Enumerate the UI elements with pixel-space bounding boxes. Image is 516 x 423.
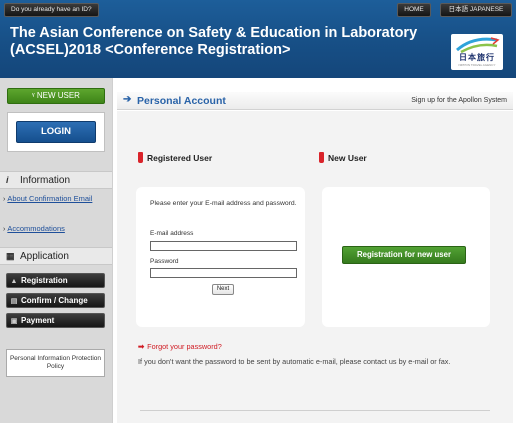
privacy-policy-button[interactable]: Personal Information Protection Policy bbox=[6, 349, 105, 377]
registered-marker-icon bbox=[138, 152, 143, 163]
sidebar-item-label: Accommodations bbox=[7, 224, 65, 233]
payment-icon: ▣ bbox=[10, 318, 18, 325]
new-user-button[interactable]: ᵞ NEW USER bbox=[7, 88, 105, 104]
information-heading-label: Information bbox=[20, 175, 71, 186]
forgot-password-link[interactable]: ➡ Forgot your password? bbox=[138, 342, 222, 351]
chevron-right-icon: › bbox=[3, 226, 6, 233]
login-panel: LOGIN bbox=[7, 112, 105, 152]
section-header: ➔ Personal Account Sign up for the Apoll… bbox=[117, 92, 513, 110]
chevron-right-icon: › bbox=[3, 196, 6, 203]
login-instruction: Please enter your E-mail address and pas… bbox=[150, 200, 297, 207]
logo-subtext: NIPPON TRAVEL AGENCY bbox=[458, 63, 496, 67]
new-user-label: New User bbox=[328, 153, 367, 163]
top-bar: Do you already have an ID? HOME 日本語 JAPA… bbox=[0, 0, 516, 20]
registration-icon: ▲ bbox=[10, 278, 18, 285]
new-user-marker-icon bbox=[319, 152, 324, 163]
password-field[interactable] bbox=[150, 268, 297, 278]
nippon-travel-logo: 日本旅行 NIPPON TRAVEL AGENCY bbox=[451, 34, 503, 70]
registered-user-label: Registered User bbox=[147, 153, 213, 163]
application-heading: ▦ Application bbox=[0, 247, 112, 265]
application-heading-label: Application bbox=[20, 251, 69, 262]
title-line-2: (ACSEL)2018 <Conference Registration> bbox=[10, 42, 291, 58]
password-note: If you don't want the password to be sen… bbox=[138, 357, 451, 366]
confirm-change-icon: ▤ bbox=[10, 298, 18, 305]
registration-button[interactable]: ▲ Registration bbox=[6, 273, 105, 288]
section-title: Personal Account bbox=[137, 95, 226, 107]
home-button[interactable]: HOME bbox=[397, 3, 431, 17]
already-have-id-button[interactable]: Do you already have an ID? bbox=[4, 3, 99, 17]
sidebar: ᵞ NEW USER LOGIN i Information › About Co… bbox=[0, 78, 112, 423]
payment-button[interactable]: ▣ Payment bbox=[6, 313, 105, 328]
sidebar-item-accommodations[interactable]: › Accommodations bbox=[3, 224, 109, 235]
arrow-right-icon: ➡ bbox=[138, 342, 145, 351]
title-line-1: The Asian Conference on Safety & Educati… bbox=[10, 25, 418, 41]
info-icon: i bbox=[6, 175, 9, 185]
next-button[interactable]: Next bbox=[212, 284, 234, 295]
arrow-right-icon: ➔ bbox=[123, 94, 132, 105]
divider bbox=[140, 410, 490, 411]
password-label: Password bbox=[150, 258, 179, 265]
payment-label: Payment bbox=[21, 316, 55, 325]
email-label: E-mail address bbox=[150, 230, 194, 237]
login-button[interactable]: LOGIN bbox=[16, 121, 96, 143]
application-icon: ▦ bbox=[6, 251, 15, 261]
email-field[interactable] bbox=[150, 241, 297, 251]
information-heading: i Information bbox=[0, 171, 112, 189]
japanese-language-button[interactable]: 日本語 JAPANESE bbox=[440, 3, 512, 17]
logo-swoosh-icon bbox=[456, 37, 500, 54]
register-new-user-button[interactable]: Registration for new user bbox=[342, 246, 466, 264]
new-user-label: NEW USER bbox=[36, 91, 80, 100]
sidebar-item-confirmation-email[interactable]: › About Confirmation Email bbox=[3, 194, 109, 205]
registration-label: Registration bbox=[21, 276, 68, 285]
registered-user-panel bbox=[136, 187, 305, 327]
confirm-change-button[interactable]: ▤ Confirm / Change bbox=[6, 293, 105, 308]
confirm-change-label: Confirm / Change bbox=[21, 296, 88, 305]
logo-text: 日本旅行 bbox=[459, 53, 495, 62]
new-user-icon: ᵞ bbox=[32, 91, 35, 100]
forgot-password-label: Forgot your password? bbox=[147, 342, 222, 351]
page-title: The Asian Conference on Safety & Educati… bbox=[10, 25, 430, 59]
signup-text: Sign up for the Apollon System bbox=[411, 97, 507, 104]
site-header: Do you already have an ID? HOME 日本語 JAPA… bbox=[0, 0, 516, 78]
sidebar-item-label: About Confirmation Email bbox=[7, 194, 93, 203]
